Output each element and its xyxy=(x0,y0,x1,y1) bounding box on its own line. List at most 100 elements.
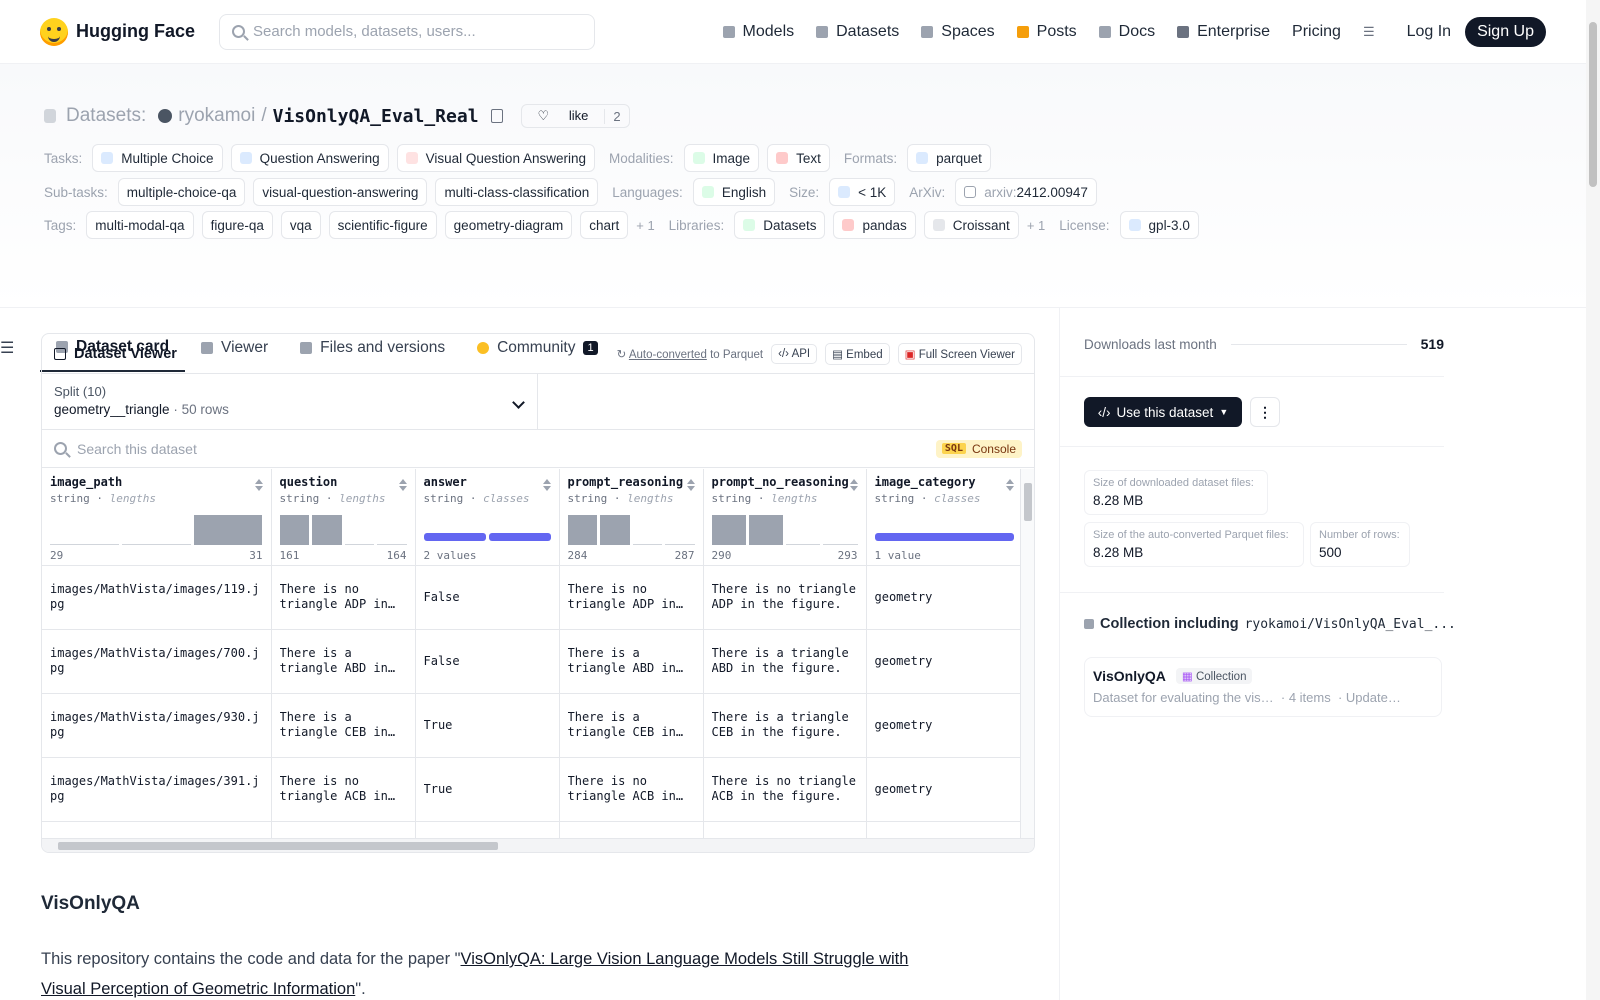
table-cell[interactable]: There is no triangle ADP in the figure. xyxy=(559,565,704,630)
tag-chip[interactable]: multi-class-classification xyxy=(435,178,599,206)
copy-icon[interactable] xyxy=(490,109,503,123)
tag-chip[interactable]: visual-question-answering xyxy=(253,178,428,206)
sort-icon[interactable] xyxy=(849,479,858,491)
column-header-image_path[interactable]: image_path string · lengths 29 31 xyxy=(42,469,272,566)
table-row[interactable]: images/MathVista/images/700.jpg There is … xyxy=(42,629,1023,694)
owner-link[interactable]: ryokamoi xyxy=(178,105,255,127)
sort-icon[interactable] xyxy=(1005,479,1014,491)
menu-icon[interactable]: ☰ xyxy=(1363,24,1375,40)
column-header-question[interactable]: question string · lengths 161 164 xyxy=(271,469,416,566)
table-cell[interactable]: There is a triangle ABD in the figure. xyxy=(271,629,416,694)
tag-chip[interactable]: English xyxy=(692,178,776,206)
table-cell[interactable]: images/MathVista/images/391.jpg xyxy=(42,757,272,822)
nav-link-posts[interactable]: Posts xyxy=(1016,23,1077,41)
table-cell[interactable]: There is no triangle ACB in the figure. xyxy=(559,757,704,822)
tag-chip[interactable]: Datasets xyxy=(734,211,826,239)
histogram-bar[interactable] xyxy=(50,543,119,545)
table-cell[interactable]: There is no triangle ADP in the figure. xyxy=(703,565,867,630)
dataset-search-input[interactable]: Search this dataset SQL Console xyxy=(42,430,1034,468)
more-options-icon[interactable]: ⋮ xyxy=(1250,397,1280,427)
api-button[interactable]: ‹/› API xyxy=(771,343,818,364)
split-select[interactable]: Split (10) geometry__triangle · 50 rows xyxy=(42,374,538,429)
tag-chip[interactable]: Croissant xyxy=(923,211,1019,239)
tag-chip[interactable]: < 1K xyxy=(829,178,896,206)
pricing-link[interactable]: Pricing xyxy=(1292,23,1341,41)
table-cell[interactable]: There is no triangle ADP in the figure. xyxy=(271,565,416,630)
histogram-bar[interactable] xyxy=(711,514,746,545)
table-cell[interactable]: There is a triangle ABD in the figure. xyxy=(703,629,867,694)
fullscreen-button[interactable]: ▣ Full Screen Viewer xyxy=(897,342,1022,365)
tag-chip[interactable]: Visual Question Answering xyxy=(396,144,595,172)
logo[interactable]: Hugging Face xyxy=(40,17,195,46)
login-link[interactable]: Log In xyxy=(1407,23,1451,41)
histogram-bar[interactable] xyxy=(377,543,407,545)
table-cell[interactable]: True xyxy=(415,693,560,758)
like-button[interactable]: ♡ like 2 xyxy=(520,104,630,128)
tag-chip[interactable]: multi-modal-qa xyxy=(86,211,194,239)
sql-console-button[interactable]: SQL Console xyxy=(935,439,1022,458)
tag-chip[interactable]: multiple-choice-qa xyxy=(117,178,246,206)
table-horizontal-scrollbar[interactable] xyxy=(42,838,1034,852)
nav-link-datasets[interactable]: Datasets xyxy=(816,23,899,41)
arxiv-chip[interactable]: arxiv: 2412.00947 xyxy=(955,178,1097,206)
table-cell[interactable]: geometry xyxy=(866,629,1023,694)
table-cell[interactable]: There is a triangle ABD in the figure. xyxy=(559,629,704,694)
owner-avatar[interactable] xyxy=(158,109,173,123)
histogram-bar[interactable] xyxy=(600,514,630,545)
signup-button[interactable]: Sign Up xyxy=(1465,16,1546,47)
table-row[interactable]: images/MathVista/images/930.jpg There is … xyxy=(42,693,1023,758)
table-cell[interactable]: There is a triangle CEB in the figure. xyxy=(559,693,704,758)
histogram-bar[interactable] xyxy=(193,514,263,545)
class-segment[interactable] xyxy=(874,532,1014,541)
collection-card[interactable]: VisOnlyQA ▦ Collection Dataset for evalua… xyxy=(1084,657,1442,717)
histogram-bar[interactable] xyxy=(567,514,597,545)
tag-chip[interactable]: Image xyxy=(683,144,760,172)
table-cell[interactable]: There is a triangle CEB in the figure. xyxy=(271,693,416,758)
table-cell[interactable]: images/MathVista/images/930.jpg xyxy=(42,693,272,758)
class-segment[interactable] xyxy=(423,532,486,541)
histogram-bar[interactable] xyxy=(786,543,821,545)
sort-icon[interactable] xyxy=(686,479,695,491)
table-cell[interactable]: geometry xyxy=(866,565,1023,630)
table-vertical-scrollbar[interactable] xyxy=(1020,469,1034,839)
table-cell[interactable]: There is no triangle ACB in the figure. xyxy=(271,757,416,822)
tag-chip[interactable]: geometry-diagram xyxy=(444,211,573,239)
column-header-prompt_reasoning[interactable]: prompt_reasoning string · lengths 284 287 xyxy=(559,469,704,566)
page-scrollbar[interactable] xyxy=(1586,0,1600,1000)
nav-link-enterprise[interactable]: Enterprise xyxy=(1177,23,1270,41)
histogram-bar[interactable] xyxy=(279,514,309,545)
tag-chip[interactable]: pandas xyxy=(833,211,916,239)
table-cell[interactable]: True xyxy=(415,757,560,822)
histogram-bar[interactable] xyxy=(665,543,695,545)
table-cell[interactable]: geometry xyxy=(866,757,1023,822)
tag-chip[interactable]: Multiple Choice xyxy=(92,144,223,172)
table-cell[interactable]: There is no triangle ACB in the figure. xyxy=(703,757,867,822)
search-input[interactable]: Search models, datasets, users... xyxy=(219,13,596,50)
sort-icon[interactable] xyxy=(254,479,263,491)
auto-converted-link[interactable]: Auto-converted xyxy=(629,349,707,361)
tag-chip[interactable]: Text xyxy=(767,144,830,172)
nav-link-spaces[interactable]: Spaces xyxy=(921,23,995,41)
histogram-bar[interactable] xyxy=(312,514,342,545)
sort-icon[interactable] xyxy=(398,479,407,491)
tag-chip[interactable]: Question Answering xyxy=(230,144,389,172)
histogram-bar[interactable] xyxy=(344,543,374,545)
nav-link-docs[interactable]: Docs xyxy=(1098,23,1155,41)
tag-chip[interactable]: parquet xyxy=(907,144,991,172)
histogram-bar[interactable] xyxy=(632,543,662,545)
table-cell[interactable]: geometry xyxy=(866,693,1023,758)
tag-chip[interactable]: scientific-figure xyxy=(328,211,437,239)
table-cell[interactable]: False xyxy=(415,629,560,694)
nav-link-models[interactable]: Models xyxy=(722,23,794,41)
class-segment[interactable] xyxy=(488,532,551,541)
histogram-bar[interactable] xyxy=(823,543,858,545)
sort-icon[interactable] xyxy=(542,479,551,491)
histogram-bar[interactable] xyxy=(748,514,783,545)
table-cell[interactable]: images/MathVista/images/700.jpg xyxy=(42,629,272,694)
table-cell[interactable]: images/MathVista/images/119.jpg xyxy=(42,565,272,630)
embed-button[interactable]: ▤ Embed xyxy=(825,342,890,365)
table-cell[interactable]: False xyxy=(415,565,560,630)
more-tags-link[interactable]: + 1 xyxy=(1027,218,1045,233)
histogram-bar[interactable] xyxy=(121,543,191,545)
toc-toggle-icon[interactable]: ☰ xyxy=(0,338,14,358)
